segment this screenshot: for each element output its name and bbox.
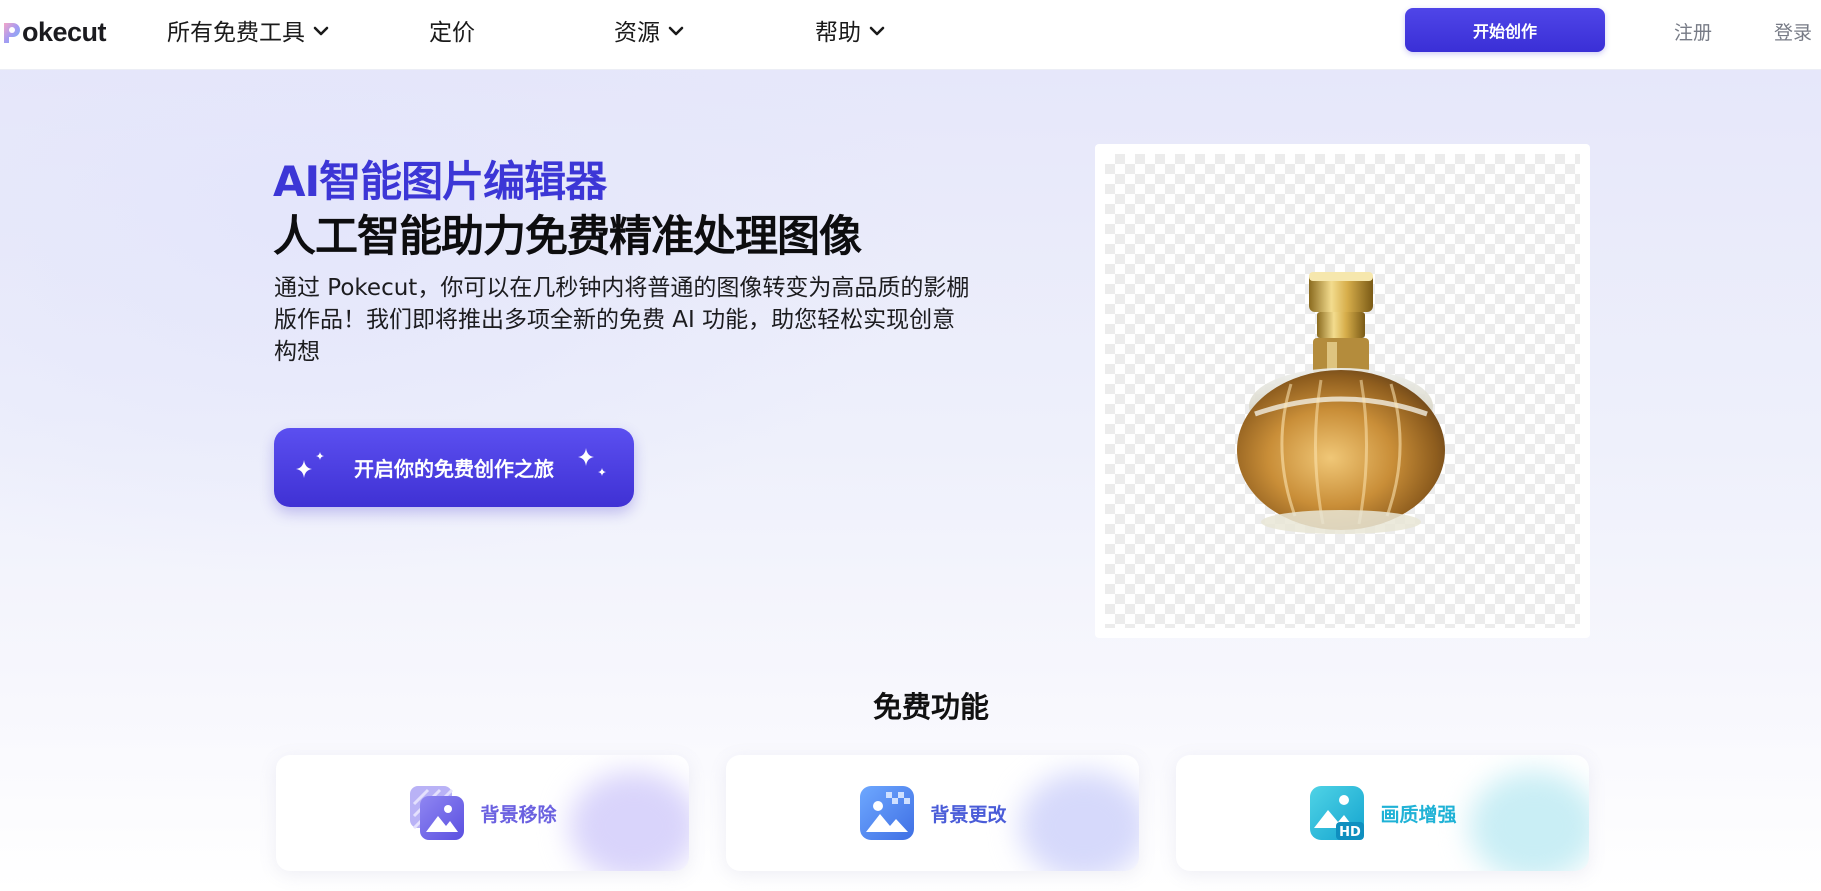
hero-title-accent: AI智能图片编辑器: [273, 157, 607, 206]
nav-all-tools[interactable]: 所有免费工具: [167, 14, 329, 46]
login-link[interactable]: 登录: [1774, 18, 1812, 45]
background-change-icon: [860, 786, 915, 840]
feature-label: 画质增强: [1380, 803, 1457, 826]
start-creating-button[interactable]: 开始创作: [1405, 8, 1605, 52]
card-glow: [1019, 771, 1139, 871]
pokecut-logo[interactable]: okecut: [2, 16, 107, 48]
hero-title: 人工智能助力免费精准处理图像: [273, 212, 862, 262]
feature-label: 背景移除: [480, 803, 557, 826]
feature-card-background-remove[interactable]: 背景移除: [276, 755, 689, 871]
feature-card-background-change[interactable]: 背景更改: [726, 755, 1139, 871]
logo-p-icon: [2, 19, 21, 45]
nav-help-label: 帮助: [815, 20, 861, 46]
svg-text:HD: HD: [1340, 825, 1362, 840]
start-free-creation-button[interactable]: 开启你的免费创作之旅: [274, 428, 634, 507]
cta-label: 开启你的免费创作之旅: [354, 457, 554, 481]
feature-label: 背景更改: [930, 803, 1007, 826]
hd-enhance-icon: HD: [1310, 786, 1365, 840]
chevron-down-icon: [869, 26, 885, 36]
chevron-down-icon: [668, 26, 684, 36]
card-glow: [569, 771, 689, 871]
top-nav: okecut 所有免费工具 定价 资源 帮助 开始创作 注册 登录: [0, 0, 1821, 70]
nav-all-tools-label: 所有免费工具: [167, 20, 305, 46]
card-glow: [1469, 771, 1589, 871]
product-image-frame: [1095, 144, 1590, 638]
hero-description: 通过 Pokecut，你可以在几秒钟内将普通的图像转变为高品质的影棚版作品！我们…: [274, 275, 970, 365]
sparkle-icon: [578, 448, 606, 476]
nav-pricing-label: 定价: [429, 20, 475, 46]
register-link[interactable]: 注册: [1674, 18, 1712, 45]
nav-resources-label: 资源: [614, 20, 660, 46]
feature-card-hd-enhance[interactable]: HD 画质增强: [1176, 755, 1589, 871]
perfume-bottle-image: [1237, 272, 1445, 534]
nav-help[interactable]: 帮助: [815, 14, 885, 46]
nav-pricing[interactable]: 定价: [429, 14, 475, 46]
chevron-down-icon: [313, 26, 329, 36]
background-remove-icon: [410, 786, 465, 840]
nav-resources[interactable]: 资源: [614, 14, 684, 46]
sparkle-icon: [296, 452, 324, 478]
features-title: 免费功能: [872, 690, 989, 724]
logo-text: okecut: [22, 16, 107, 47]
